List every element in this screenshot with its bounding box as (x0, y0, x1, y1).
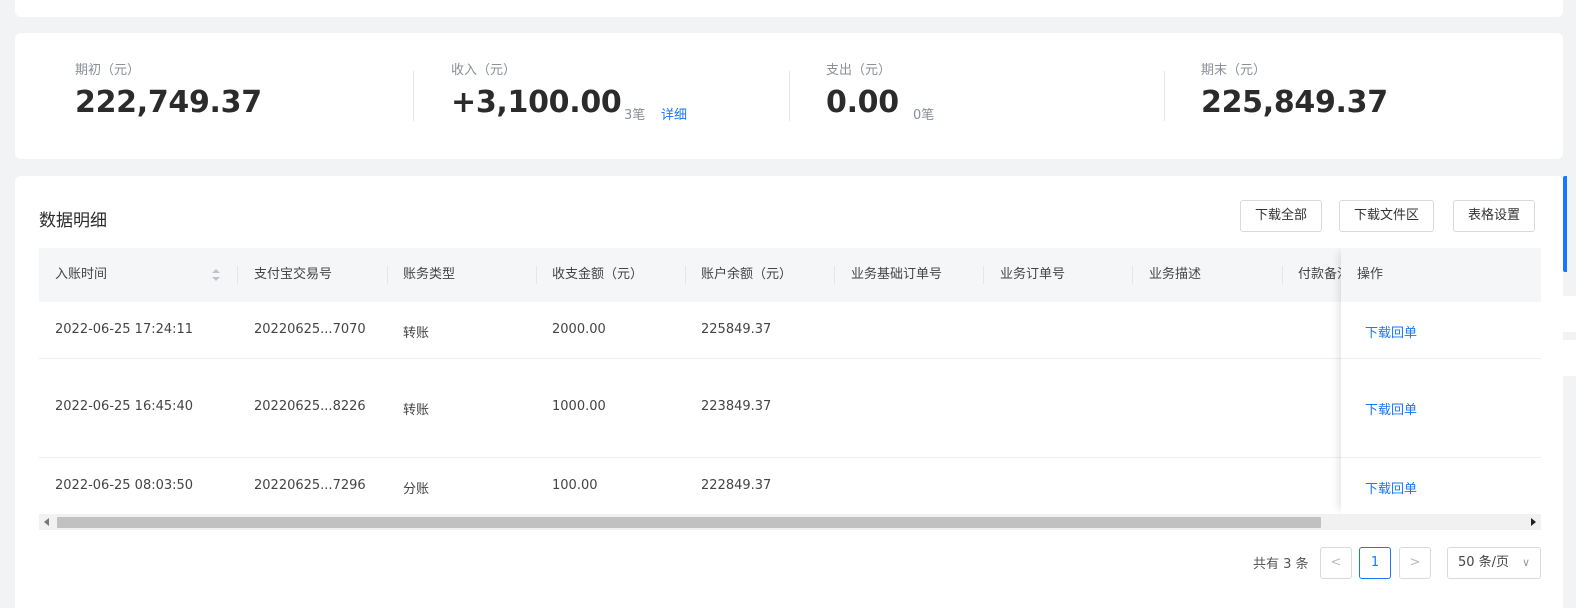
stat-opening-value: 222,749.37 (75, 85, 262, 120)
cell-type: 分账 (403, 482, 430, 497)
cell-trade-no: 20220625...7296 (254, 478, 366, 493)
page-size-select[interactable]: 50 条/页 ∨ (1447, 547, 1541, 579)
detail-title: 数据明细 (39, 211, 107, 231)
column-separator (237, 266, 238, 284)
table-row: 2022-06-25 16:45:40 20220625...8226 转账 1… (39, 359, 1541, 458)
sort-icon[interactable] (211, 268, 221, 282)
download-receipt-link[interactable]: 下载回单 (1365, 322, 1417, 341)
download-receipt-link[interactable]: 下载回单 (1365, 399, 1417, 418)
stat-opening-label: 期初（元） (75, 63, 141, 78)
cell-amount: 2000.00 (552, 322, 606, 337)
column-separator (834, 266, 835, 284)
table-header: 入账时间 支付宝交易号 账务类型 收支金额（元） 账户余额（元） 业务基础订单号… (39, 248, 1541, 302)
divider (413, 71, 414, 121)
chevron-down-icon: ∨ (1521, 556, 1530, 569)
column-header-order: 业务订单号 (1000, 267, 1066, 282)
fixed-column-header: 操作 (1341, 248, 1541, 302)
fixed-column-body: 下载回单 下载回单 下载回单 (1341, 302, 1541, 514)
cell-time: 2022-06-25 17:24:11 (55, 322, 194, 337)
stat-closing-value: 225,849.37 (1201, 85, 1388, 120)
stat-income-count: 3笔 (624, 108, 646, 123)
divider (789, 71, 790, 121)
pagination-total: 共有 3 条 (1253, 557, 1309, 572)
column-header-action: 操作 (1357, 267, 1384, 282)
column-header-time[interactable]: 入账时间 (55, 248, 107, 302)
prev-page-button[interactable]: < (1320, 547, 1352, 579)
cell-type: 转账 (403, 326, 430, 341)
row-divider (1341, 358, 1541, 359)
scrollbar-thumb[interactable] (57, 517, 1321, 528)
stat-income-value: +3,100.00 (451, 85, 622, 120)
table-row: 2022-06-25 08:03:50 20220625...7296 分账 1… (39, 458, 1541, 514)
top-card (15, 0, 1563, 17)
column-header-trade-no: 支付宝交易号 (254, 267, 333, 282)
stat-income-label: 收入（元） (451, 63, 517, 78)
cell-balance: 225849.37 (701, 322, 772, 337)
table-settings-button[interactable]: 表格设置 (1453, 200, 1536, 232)
column-separator (536, 266, 537, 284)
horizontal-scrollbar[interactable] (39, 514, 1541, 530)
scroll-left-icon[interactable] (44, 518, 49, 526)
scroll-right-icon[interactable] (1531, 518, 1536, 526)
download-receipt-link[interactable]: 下载回单 (1365, 478, 1417, 497)
column-separator (685, 266, 686, 284)
page-1-button[interactable]: 1 (1359, 547, 1391, 579)
cell-time: 2022-06-25 08:03:50 (55, 478, 194, 493)
stat-expense-label: 支出（元） (826, 63, 892, 78)
column-separator (1282, 266, 1283, 284)
column-header-base-order: 业务基础订单号 (851, 267, 943, 282)
cell-balance: 222849.37 (701, 478, 772, 493)
cell-type: 转账 (403, 403, 430, 418)
page-size-value: 50 条/页 (1458, 555, 1510, 570)
income-detail-link[interactable]: 详细 (661, 104, 687, 123)
column-header-description: 业务描述 (1149, 267, 1202, 282)
cell-amount: 1000.00 (552, 399, 606, 414)
column-header-balance: 账户余额（元） (701, 267, 793, 282)
cell-time: 2022-06-25 16:45:40 (55, 399, 194, 414)
detail-card: 数据明细 下载全部 下载文件区 表格设置 入账时间 支付宝交易号 账务类型 收支… (15, 176, 1563, 608)
chevron-right-icon: > (1409, 555, 1421, 570)
side-tab[interactable] (1563, 296, 1576, 332)
chevron-left-icon: < (1330, 555, 1342, 570)
download-all-button[interactable]: 下载全部 (1240, 200, 1323, 232)
stat-closing-label: 期末（元） (1201, 63, 1267, 78)
column-header-type: 账务类型 (403, 267, 456, 282)
stat-expense-value: 0.00 (826, 85, 899, 120)
data-table: 入账时间 支付宝交易号 账务类型 收支金额（元） 账户余额（元） 业务基础订单号… (39, 248, 1541, 514)
column-header-amount: 收支金额（元） (552, 267, 644, 282)
cell-trade-no: 20220625...8226 (254, 399, 366, 414)
column-separator (1132, 266, 1133, 284)
column-separator (983, 266, 984, 284)
row-divider (1341, 457, 1541, 458)
divider (1164, 71, 1165, 121)
summary-card: 期初（元） 222,749.37 收入（元） +3,100.00 3笔 详细 支… (15, 33, 1563, 159)
cell-amount: 100.00 (552, 478, 598, 493)
next-page-button[interactable]: > (1399, 547, 1431, 579)
fixed-action-column: 操作 下载回单 下载回单 下载回单 (1341, 248, 1541, 514)
side-accent-bar (1563, 176, 1567, 272)
side-tab[interactable] (1563, 340, 1576, 376)
cell-balance: 223849.37 (701, 399, 772, 414)
download-center-button[interactable]: 下载文件区 (1339, 200, 1435, 232)
table-row: 2022-06-25 17:24:11 20220625...7070 转账 2… (39, 302, 1541, 359)
column-separator (387, 266, 388, 284)
cell-trade-no: 20220625...7070 (254, 322, 366, 337)
stat-expense-count: 0笔 (913, 108, 935, 123)
